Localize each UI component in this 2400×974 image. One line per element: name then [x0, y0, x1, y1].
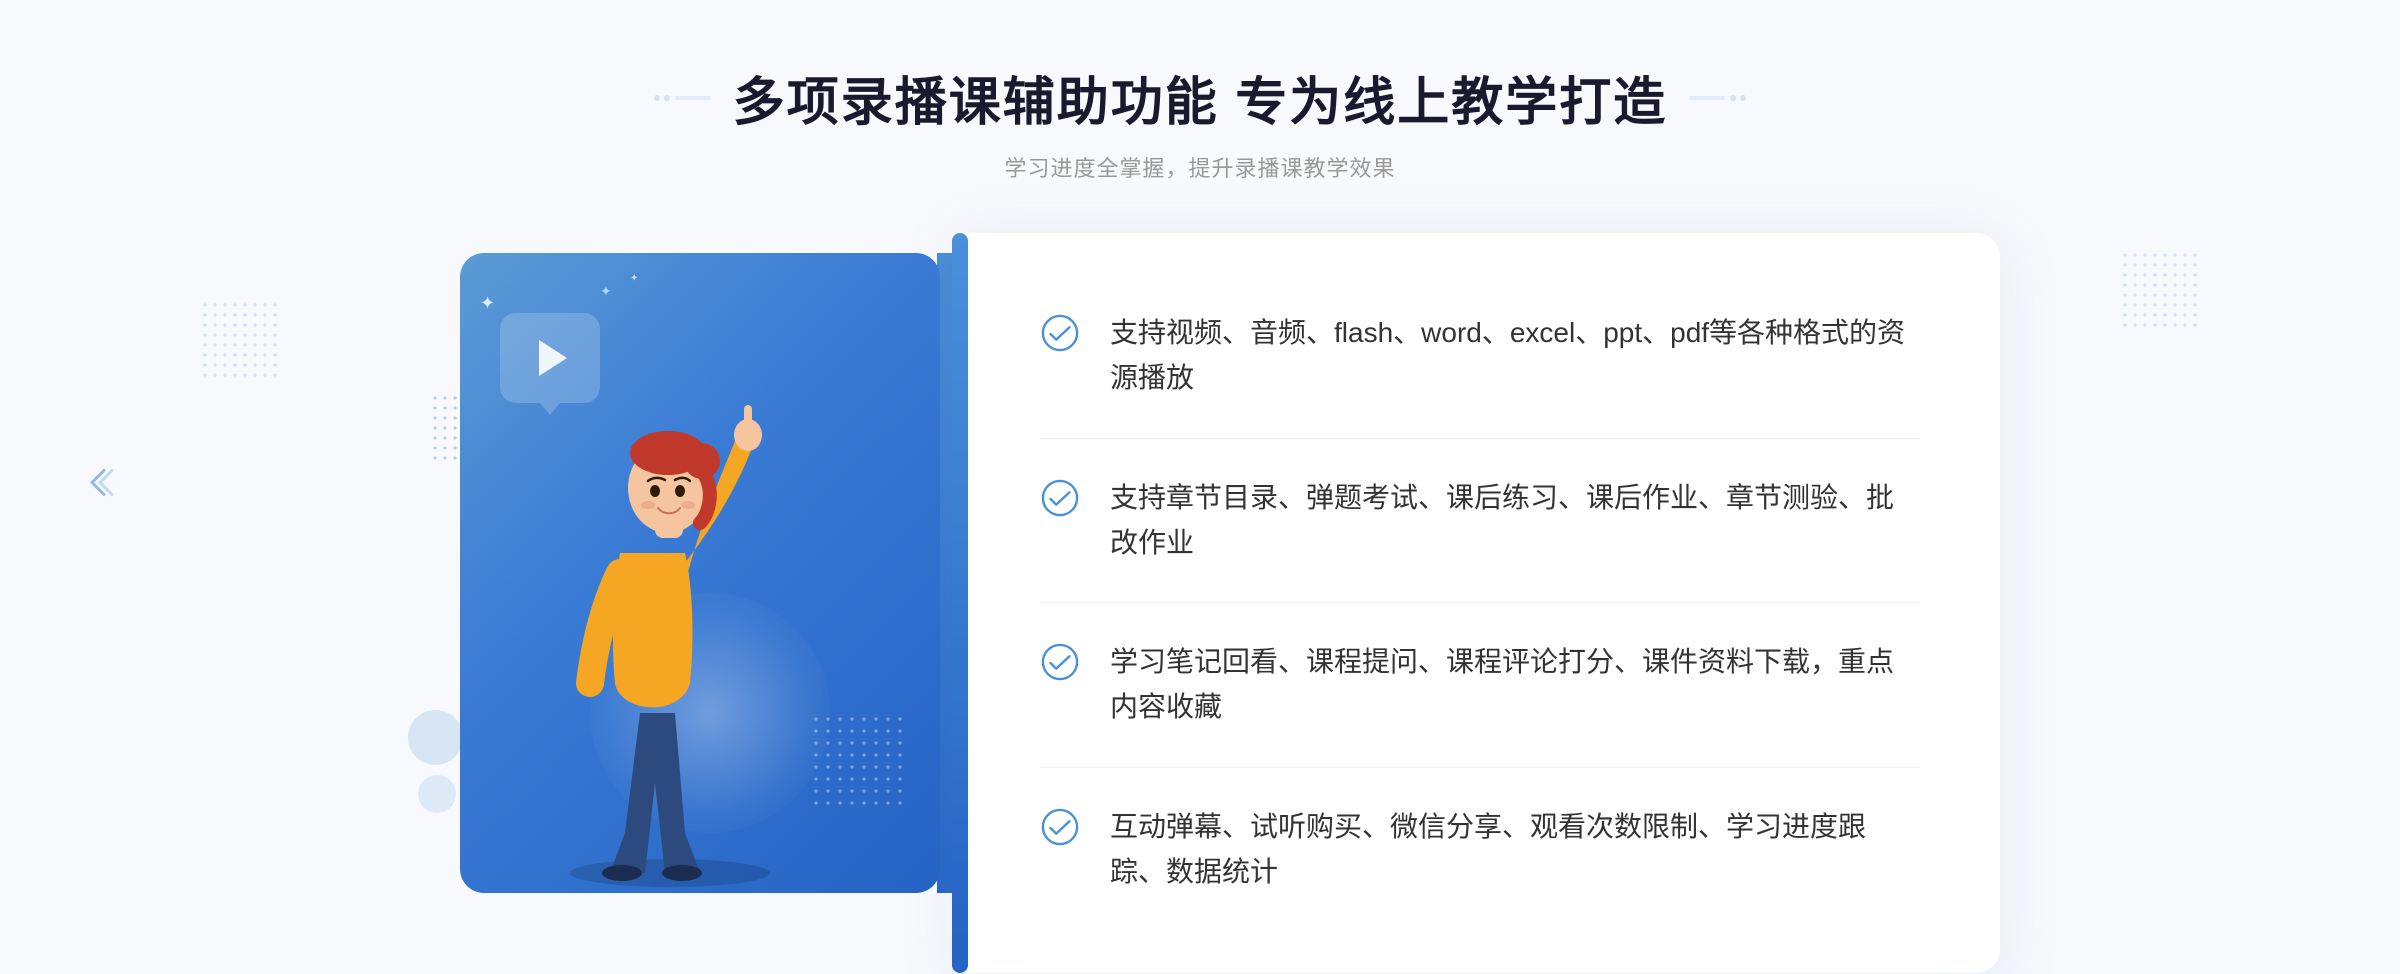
feature-item-1: 支持视频、音频、flash、word、excel、ppt、pdf等各种格式的资源…	[1040, 291, 1920, 421]
dots-decoration-right	[2120, 250, 2200, 330]
feature-text-2: 支持章节目录、弹题考试、课后练习、课后作业、章节测验、批改作业	[1110, 476, 1920, 566]
feature-item-2: 支持章节目录、弹题考试、课后练习、课后作业、章节测验、批改作业	[1040, 456, 1920, 586]
feature-text-4: 互动弹幕、试听购买、微信分享、观看次数限制、学习进度跟踪、数据统计	[1110, 805, 1920, 895]
side-decorations	[408, 710, 463, 813]
divider-1	[1040, 438, 1920, 439]
main-title: 多项录播课辅助功能 专为线上教学打造	[733, 60, 1667, 135]
check-icon-3	[1040, 642, 1080, 682]
content-stripe	[952, 233, 968, 973]
title-decorator-left	[653, 90, 713, 106]
feature-item-4: 互动弹幕、试听购买、微信分享、观看次数限制、学习进度跟踪、数据统计	[1040, 785, 1920, 915]
chevron-left-decoration	[80, 463, 120, 512]
content-panel: 支持视频、音频、flash、word、excel、ppt、pdf等各种格式的资源…	[960, 233, 2000, 973]
check-icon-1	[1040, 313, 1080, 353]
divider-2	[1040, 602, 1920, 603]
sparkle-3: ✦	[630, 273, 638, 284]
title-row: 多项录播课辅助功能 专为线上教学打造	[653, 60, 1747, 135]
check-icon-4	[1040, 807, 1080, 847]
feature-text-1: 支持视频、音频、flash、word、excel、ppt、pdf等各种格式的资源…	[1110, 311, 1920, 401]
sparkle-1: ✦	[480, 293, 495, 314]
divider-3	[1040, 767, 1920, 768]
sparkle-2: ✦	[600, 283, 612, 300]
dots-decoration-left	[200, 300, 280, 380]
side-circle-2	[418, 775, 456, 813]
person-figure	[500, 353, 840, 893]
content-area: ✦ ✦ ✦	[400, 233, 2000, 973]
feature-item-3: 学习笔记回看、课程提问、课程评论打分、课件资料下载，重点内容收藏	[1040, 620, 1920, 750]
subtitle: 学习进度全掌握，提升录播课教学效果	[653, 151, 1747, 183]
side-circle-1	[408, 710, 463, 765]
page-container: 多项录播课辅助功能 专为线上教学打造 学习进度全掌握，提升录播课教学效果	[0, 0, 2400, 974]
header-section: 多项录播课辅助功能 专为线上教学打造 学习进度全掌握，提升录播课教学效果	[653, 60, 1747, 183]
title-decorator-right	[1687, 90, 1747, 106]
check-icon-2	[1040, 478, 1080, 518]
illustration-panel: ✦ ✦ ✦	[400, 233, 980, 933]
feature-text-3: 学习笔记回看、课程提问、课程评论打分、课件资料下载，重点内容收藏	[1110, 640, 1920, 730]
